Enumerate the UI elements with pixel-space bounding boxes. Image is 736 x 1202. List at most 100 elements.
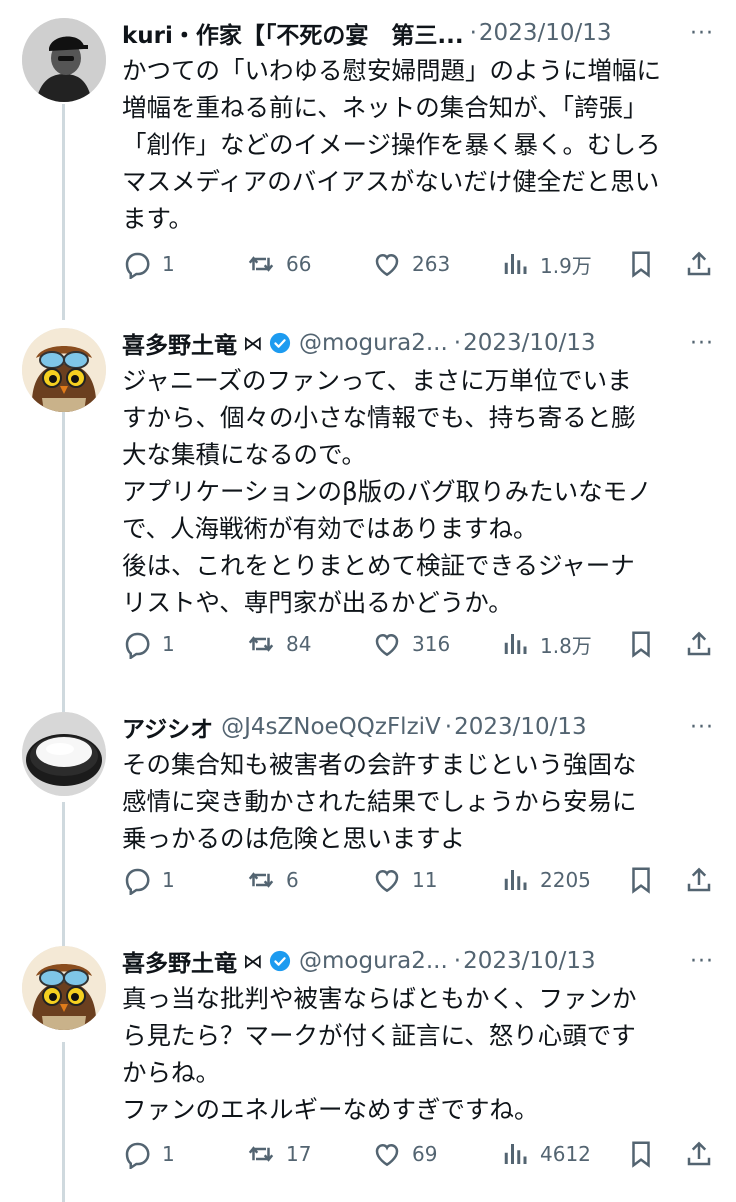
tweet-text: その集合知も被害者の会許すまじという強固な 感情に突き動かされた結果でしょうから…: [122, 750, 637, 853]
tweet-2[interactable]: 喜多野土竜 ⋈ @mogura2... · 2023/10/13 ··· ジャニ…: [0, 300, 736, 712]
views-icon: [504, 254, 527, 274]
like-button[interactable]: 11: [372, 865, 437, 895]
like-icon: [375, 633, 399, 657]
retweet-button[interactable]: 6: [246, 865, 299, 895]
retweet-count: 17: [286, 1142, 312, 1166]
date-separator: ·: [453, 330, 462, 356]
more-icon[interactable]: ···: [684, 21, 714, 46]
views-count: 4612: [540, 1142, 591, 1166]
handle[interactable]: @mogura2...: [299, 948, 448, 974]
display-name[interactable]: 喜多野土竜: [122, 944, 237, 978]
like-button[interactable]: 316: [372, 629, 450, 659]
affiliate-icon: ⋈: [243, 949, 263, 973]
retweet-button[interactable]: 84: [246, 629, 311, 659]
tweet-3[interactable]: アジシオ @J4sZNoeQQzFlziV · 2023/10/13 ··· そ…: [0, 690, 736, 954]
views-count: 2205: [540, 868, 591, 892]
thread-line: [62, 412, 65, 712]
display-name[interactable]: 喜多野土竜: [122, 326, 237, 360]
tweet-header: 喜多野土竜 ⋈ @mogura2... · 2023/10/13 ···: [122, 326, 714, 360]
bookmark-button[interactable]: [626, 865, 656, 895]
avatar[interactable]: [22, 946, 106, 1030]
views-button[interactable]: 1.9万: [500, 249, 592, 279]
like-icon: [375, 1143, 399, 1167]
like-count: 263: [412, 252, 451, 276]
verified-badge-icon: [269, 332, 291, 354]
timestamp[interactable]: 2023/10/13: [463, 948, 596, 974]
reply-button[interactable]: 1: [122, 1139, 175, 1169]
like-count: 316: [412, 632, 451, 656]
avatar-owl-icon: [22, 946, 106, 1030]
bookmark-icon: [632, 867, 650, 894]
share-icon: [687, 1141, 711, 1166]
retweet-count: 6: [286, 868, 299, 892]
like-icon: [375, 253, 399, 277]
views-icon: [504, 634, 527, 654]
like-count: 69: [412, 1142, 438, 1166]
like-button[interactable]: 263: [372, 249, 450, 279]
share-button[interactable]: [684, 865, 714, 895]
retweet-count: 84: [286, 632, 312, 656]
like-button[interactable]: 69: [372, 1139, 437, 1169]
share-button[interactable]: [684, 249, 714, 279]
reply-icon: [125, 632, 150, 659]
tweet-4[interactable]: 喜多野土竜 ⋈ @mogura2... · 2023/10/13 ··· 真っ当…: [0, 930, 736, 1202]
tweet-header: アジシオ @J4sZNoeQQzFlziV · 2023/10/13 ···: [122, 710, 714, 744]
retweet-icon: [248, 256, 274, 272]
like-icon: [375, 869, 399, 893]
bookmark-button[interactable]: [626, 249, 656, 279]
timestamp[interactable]: 2023/10/13: [463, 330, 596, 356]
handle[interactable]: @J4sZNoeQQzFlziV: [221, 714, 441, 740]
retweet-button[interactable]: 17: [246, 1139, 311, 1169]
share-button[interactable]: [684, 629, 714, 659]
avatar-salt-bowl-icon: [22, 712, 106, 796]
action-bar: 1 66 263 1.9万: [122, 244, 714, 284]
retweet-icon: [248, 636, 274, 652]
display-name[interactable]: アジシオ: [122, 710, 213, 744]
share-icon: [687, 251, 711, 276]
like-count: 11: [412, 868, 438, 892]
views-button[interactable]: 2205: [500, 865, 591, 895]
bookmark-button[interactable]: [626, 629, 656, 659]
bookmark-icon: [632, 1141, 650, 1168]
action-bar: 1 84 316 1.8万: [122, 624, 714, 664]
reply-button[interactable]: 1: [122, 249, 175, 279]
tweet-header: 喜多野土竜 ⋈ @mogura2... · 2023/10/13 ···: [122, 944, 714, 978]
handle[interactable]: @mogura2...: [299, 330, 448, 356]
retweet-button[interactable]: 66: [246, 249, 311, 279]
affiliate-icon: ⋈: [243, 331, 263, 355]
bookmark-button[interactable]: [626, 1139, 656, 1169]
avatar[interactable]: [22, 328, 106, 412]
tweet-header: kuri・作家【「不死の宴 第三... · 2023/10/13 ···: [122, 16, 714, 50]
reply-count: 1: [162, 632, 175, 656]
views-button[interactable]: 4612: [500, 1139, 591, 1169]
bookmark-icon: [632, 251, 650, 278]
action-bar: 1 6 11 2205: [122, 860, 714, 900]
share-button[interactable]: [684, 1139, 714, 1169]
reply-icon: [125, 868, 150, 895]
reply-count: 1: [162, 868, 175, 892]
avatar[interactable]: [22, 18, 106, 102]
avatar-photo-icon: [22, 18, 106, 102]
more-icon[interactable]: ···: [684, 715, 714, 740]
tweet-1[interactable]: kuri・作家【「不死の宴 第三... · 2023/10/13 ··· かつて…: [0, 0, 736, 320]
views-count: 1.9万: [540, 253, 592, 278]
views-button[interactable]: 1.8万: [500, 629, 592, 659]
avatar-owl-icon: [22, 328, 106, 412]
timestamp[interactable]: 2023/10/13: [479, 20, 612, 46]
thread-line: [62, 104, 65, 320]
avatar[interactable]: [22, 712, 106, 796]
reply-button[interactable]: 1: [122, 865, 175, 895]
more-icon[interactable]: ···: [684, 331, 714, 356]
reply-icon: [125, 252, 150, 279]
more-icon[interactable]: ···: [684, 949, 714, 974]
reply-button[interactable]: 1: [122, 629, 175, 659]
views-count: 1.8万: [540, 633, 592, 658]
display-name[interactable]: kuri・作家【「不死の宴 第三...: [122, 16, 464, 50]
reply-count: 1: [162, 252, 175, 276]
date-separator: ·: [453, 948, 462, 974]
date-separator: ·: [469, 20, 477, 46]
timestamp[interactable]: 2023/10/13: [454, 714, 587, 740]
reply-count: 1: [162, 1142, 175, 1166]
retweet-icon: [248, 872, 274, 888]
thread-line: [62, 1042, 65, 1202]
